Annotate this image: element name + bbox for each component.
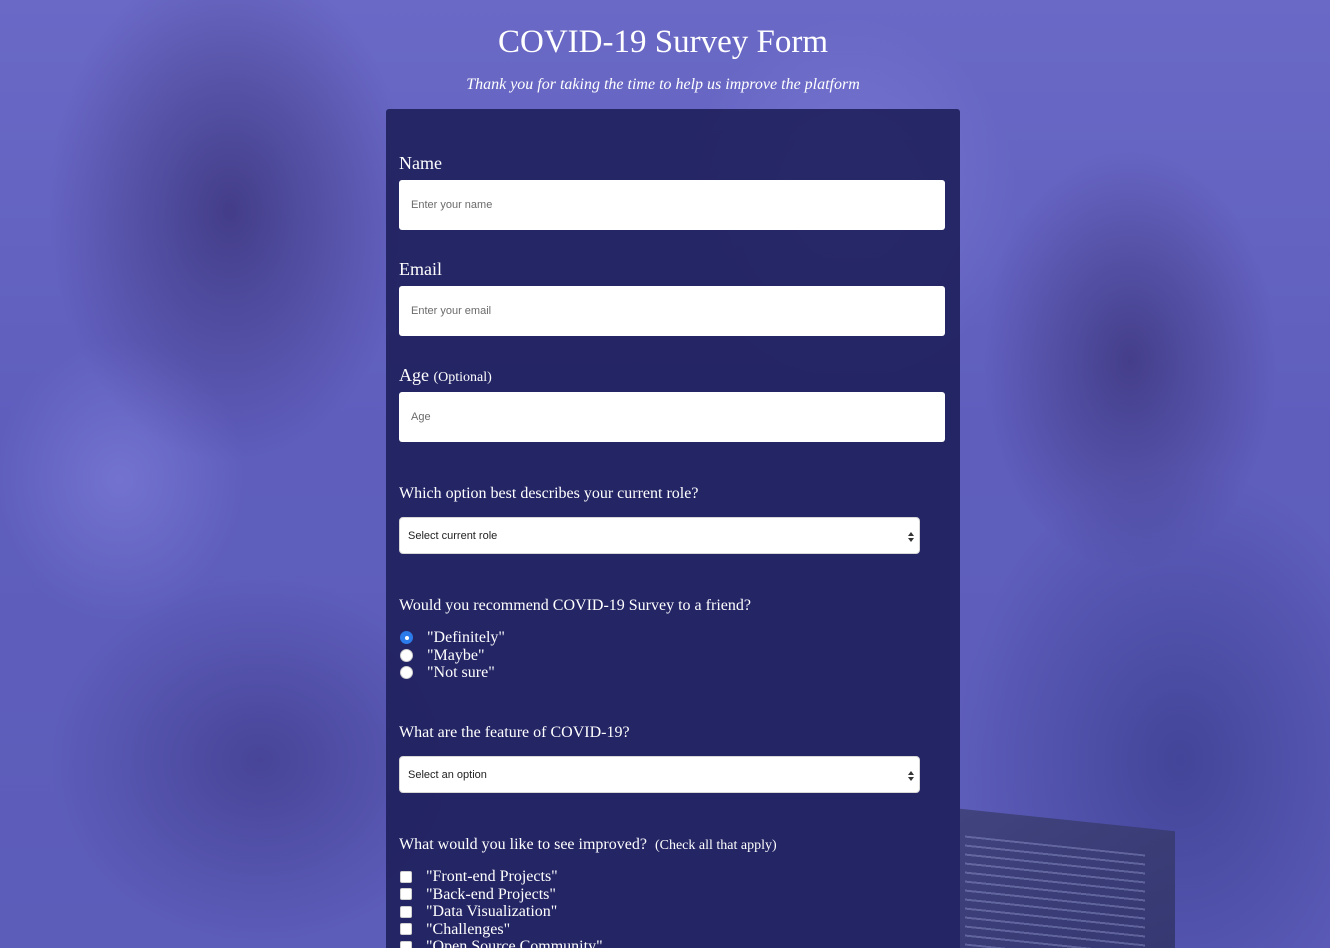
recommend-option[interactable]: "Definitely" <box>400 629 505 647</box>
recommend-options: "Definitely" "Maybe" "Not sure" <box>400 629 505 682</box>
role-select[interactable]: Select current role <box>399 517 920 554</box>
feature-select-value: Select an option <box>408 768 487 781</box>
improve-question: What would you like to see improved? (Ch… <box>399 835 777 856</box>
email-label: Email <box>399 259 442 279</box>
radio-maybe[interactable] <box>400 648 413 662</box>
checkbox-challenges[interactable] <box>400 923 412 936</box>
improve-question-text: What would you like to see improved? <box>399 836 647 853</box>
feature-question: What are the feature of COVID-19? <box>399 724 630 741</box>
improve-option-label: "Back-end Projects" <box>426 885 556 903</box>
improve-option-label: "Front-end Projects" <box>426 868 558 886</box>
improve-options: "Front-end Projects" "Back-end Projects"… <box>400 868 603 948</box>
age-label-text: Age <box>399 365 429 385</box>
survey-form: Name Email Age (Optional) Which option b… <box>386 109 960 948</box>
improve-option[interactable]: "Challenges" <box>400 921 603 939</box>
checkbox-front-end[interactable] <box>400 870 412 883</box>
improve-option-label: "Data Visualization" <box>426 903 558 921</box>
name-label: Name <box>399 153 442 173</box>
radio-not-sure[interactable] <box>400 666 413 680</box>
improve-option[interactable]: "Data Visualization" <box>400 903 603 921</box>
page-title: COVID-19 Survey Form <box>498 24 828 60</box>
recommend-option-label: "Maybe" <box>427 646 485 664</box>
improve-question-note: (Check all that apply) <box>654 838 777 853</box>
age-label: Age (Optional) <box>399 364 492 389</box>
age-optional-note: (Optional) <box>433 370 492 385</box>
role-question: Which option best describes your current… <box>399 485 699 502</box>
select-arrows-icon <box>908 768 914 782</box>
improve-option[interactable]: "Open Source Community" <box>400 938 603 948</box>
improve-option-label: "Challenges" <box>426 920 511 938</box>
recommend-question: Would you recommend COVID-19 Survey to a… <box>399 597 751 614</box>
recommend-option[interactable]: "Not sure" <box>400 664 505 682</box>
improve-option[interactable]: "Back-end Projects" <box>400 886 603 904</box>
background-laptop-screen <box>965 835 1145 948</box>
improve-option[interactable]: "Front-end Projects" <box>400 868 603 886</box>
checkbox-back-end[interactable] <box>400 888 412 901</box>
checkbox-data-visualization[interactable] <box>400 905 412 918</box>
improve-option-label: "Open Source Community" <box>426 938 603 948</box>
radio-definitely[interactable] <box>400 631 413 645</box>
recommend-option-label: "Definitely" <box>427 629 505 647</box>
recommend-option-label: "Not sure" <box>427 664 495 682</box>
role-select-value: Select current role <box>408 529 498 542</box>
recommend-option[interactable]: "Maybe" <box>400 647 505 665</box>
name-input[interactable] <box>399 180 945 230</box>
page-subtitle: Thank you for taking the time to help us… <box>466 76 860 93</box>
select-arrows-icon <box>908 529 914 543</box>
email-input[interactable] <box>399 286 945 336</box>
checkbox-open-source[interactable] <box>400 940 412 948</box>
feature-select[interactable]: Select an option <box>399 756 920 793</box>
age-input[interactable] <box>399 392 945 442</box>
